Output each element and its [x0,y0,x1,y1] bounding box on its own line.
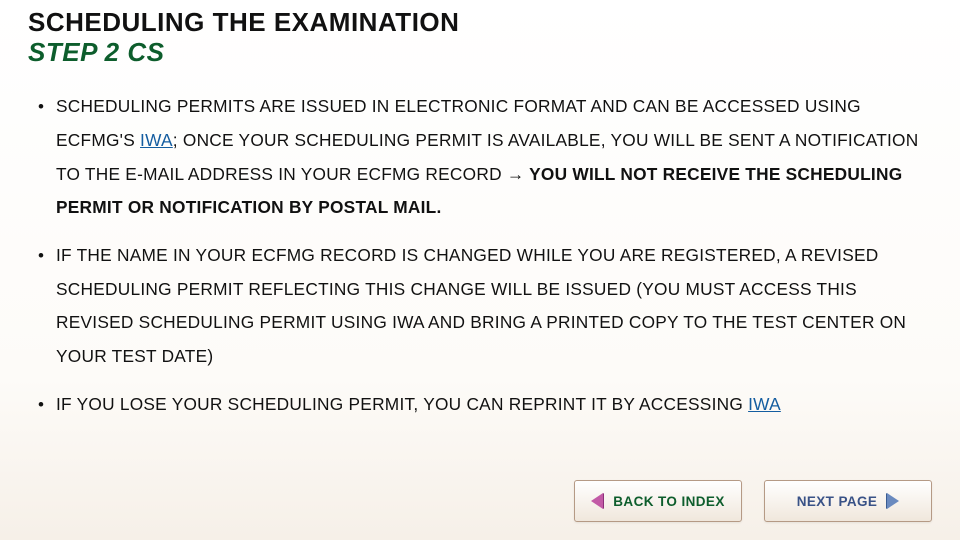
iwa-link[interactable]: IWA [140,130,173,150]
back-label: BACK TO INDEX [613,494,724,509]
bullet-text: IF YOU LOSE YOUR SCHEDULING PERMIT, YOU … [56,394,748,414]
chevron-left-icon [591,493,603,509]
nav-bar: BACK TO INDEX NEXT PAGE [574,480,932,522]
next-label: NEXT PAGE [797,494,878,509]
chevron-right-icon [887,493,899,509]
back-to-index-button[interactable]: BACK TO INDEX [574,480,742,522]
slide: SCHEDULING THE EXAMINATION STEP 2 CS SCH… [0,0,960,540]
bullet-text: IF THE NAME IN YOUR ECFMG RECORD IS CHAN… [56,245,906,366]
next-page-button[interactable]: NEXT PAGE [764,480,932,522]
bullet-list: SCHEDULING PERMITS ARE ISSUED IN ELECTRO… [28,90,932,421]
iwa-link[interactable]: IWA [748,394,781,414]
bullet-item: IF THE NAME IN YOUR ECFMG RECORD IS CHAN… [34,239,926,374]
arrow-icon: → [507,164,525,184]
bullet-item: IF YOU LOSE YOUR SCHEDULING PERMIT, YOU … [34,388,926,422]
bullet-item: SCHEDULING PERMITS ARE ISSUED IN ELECTRO… [34,90,926,225]
slide-title: SCHEDULING THE EXAMINATION [28,8,932,37]
slide-subtitle: STEP 2 CS [28,37,932,68]
